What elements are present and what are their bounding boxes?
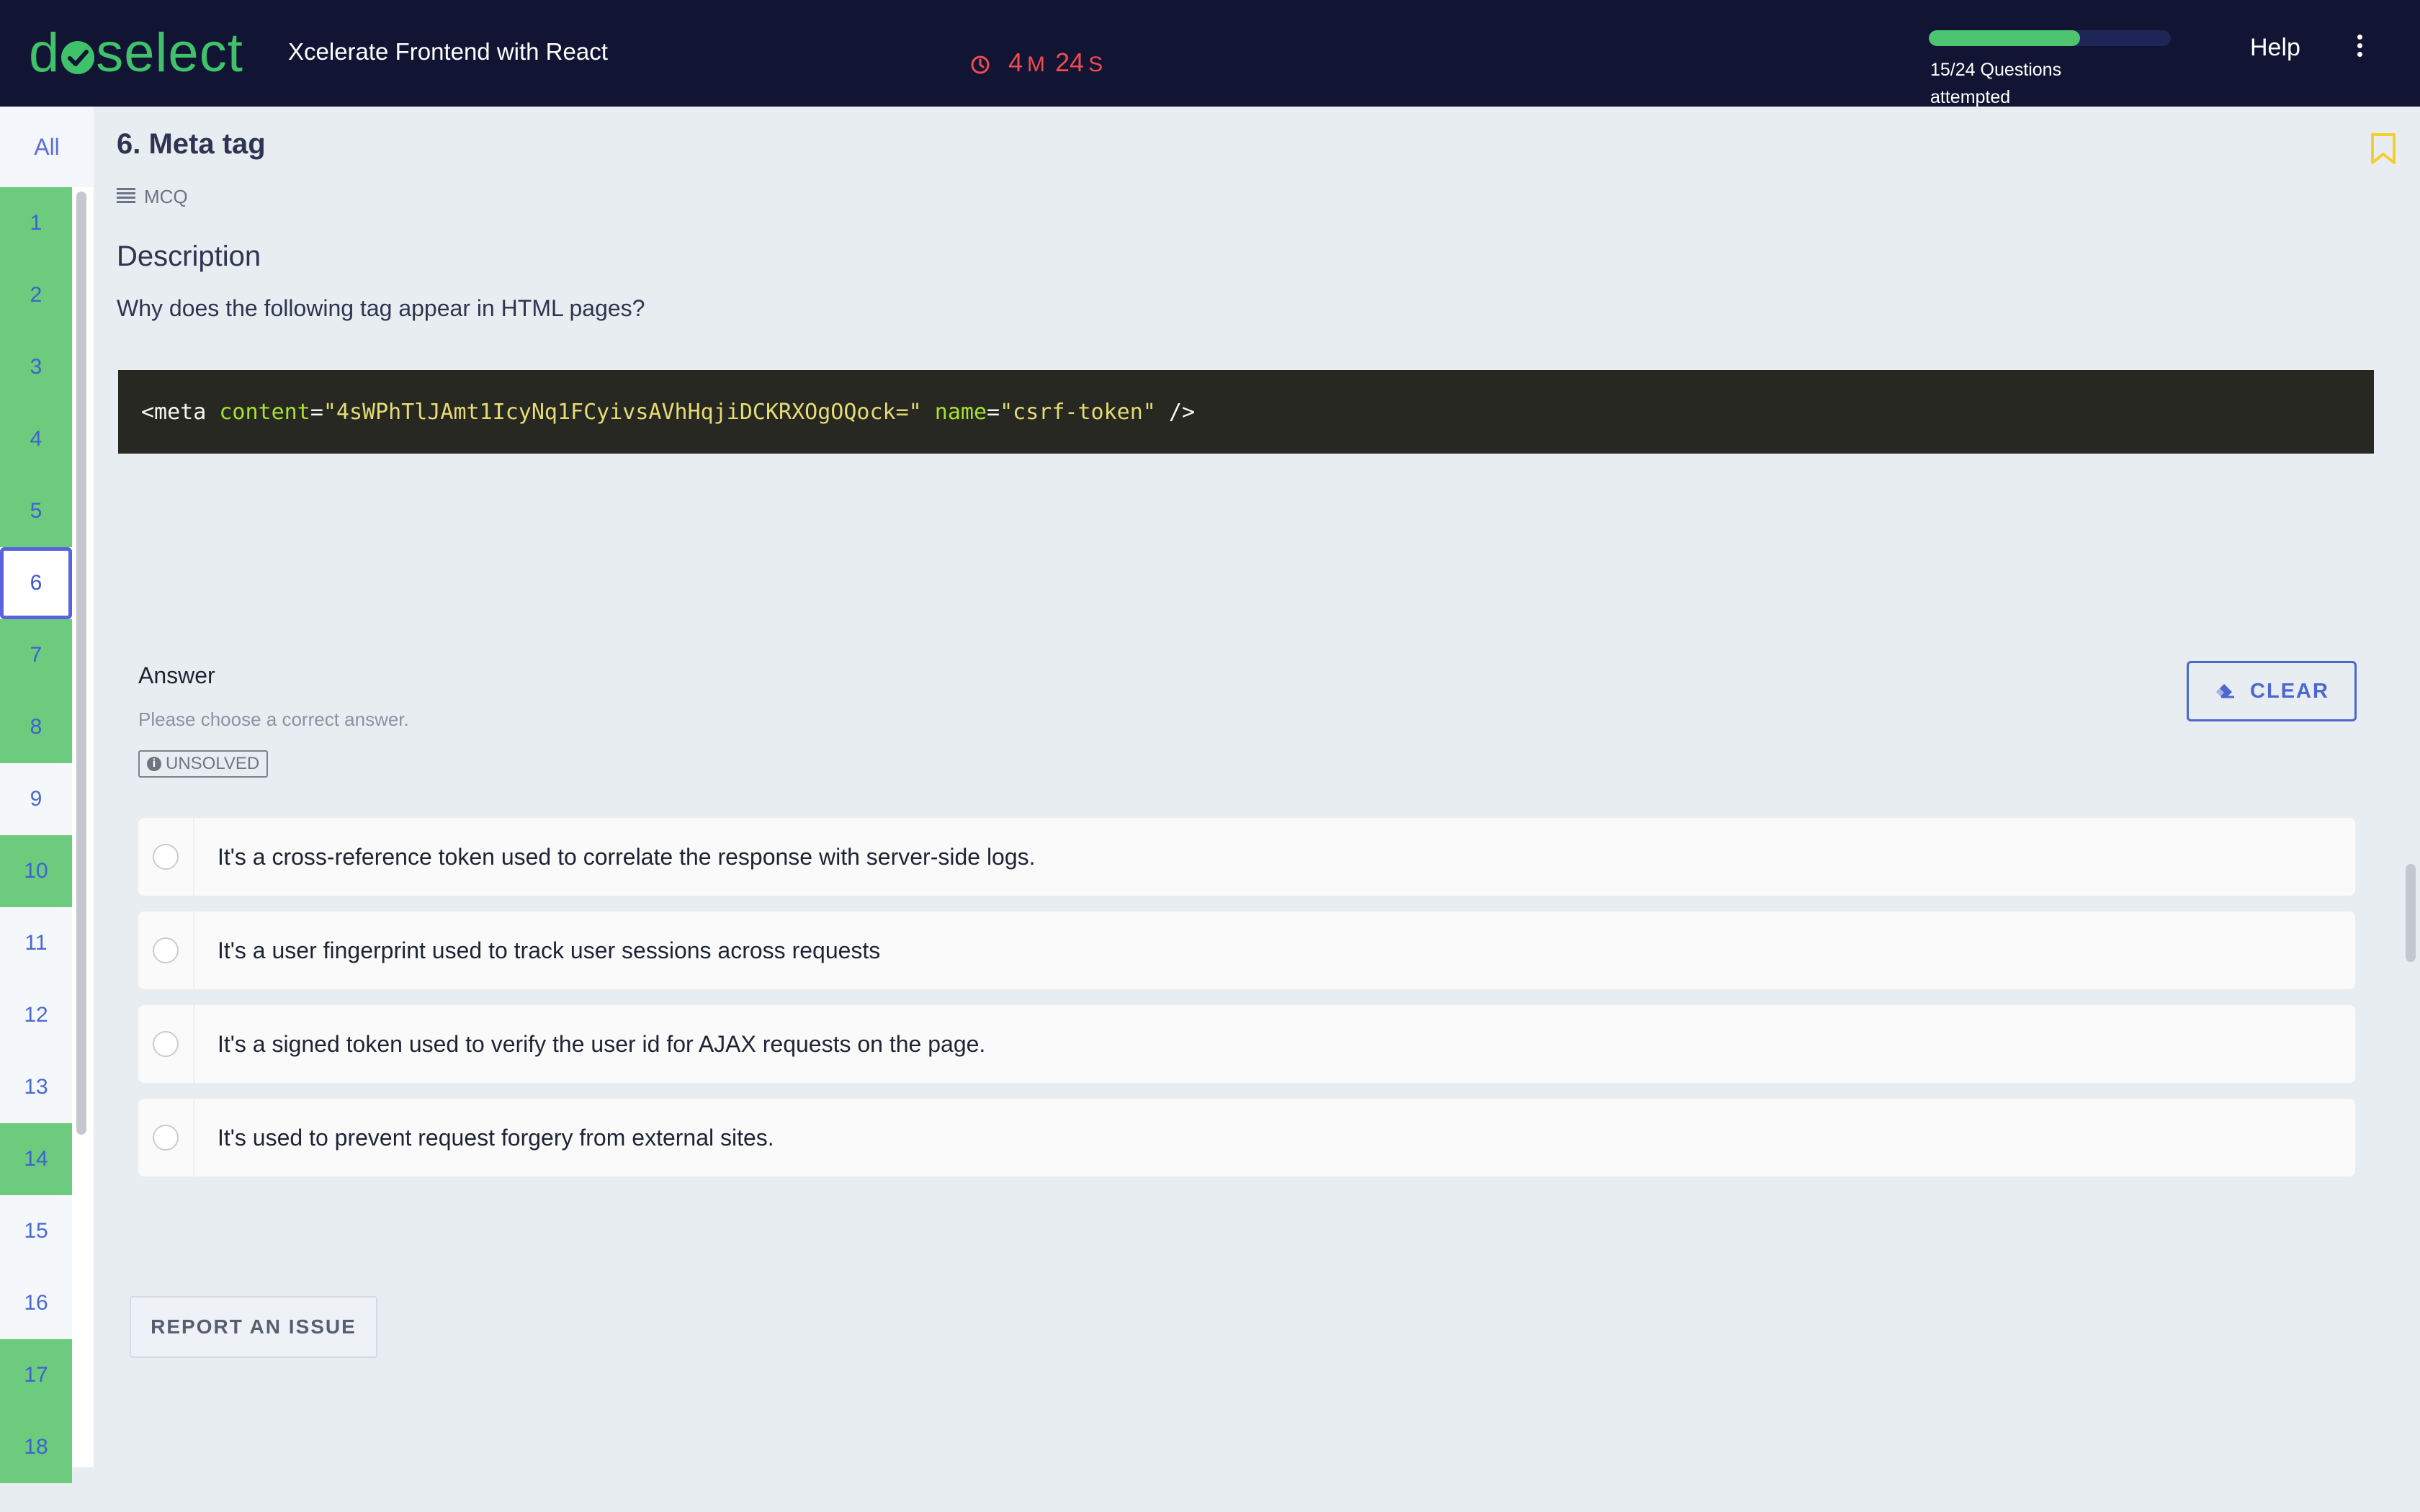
answer-option-text: It's a signed token used to verify the u…: [218, 1030, 986, 1057]
answer-heading: Answer: [138, 662, 215, 688]
questions-progress-label: 15/24 Questions attempted: [1930, 60, 2062, 107]
question-nav-item[interactable]: 5: [0, 475, 72, 547]
question-panel: 6. Meta tag MCQ Description Why does the…: [94, 107, 2398, 1467]
timer-minutes: 4: [1008, 48, 1023, 77]
clear-button-label: CLEAR: [2250, 679, 2329, 703]
answer-option-text: It's used to prevent request forgery fro…: [218, 1124, 774, 1151]
description-heading: Description: [117, 240, 261, 272]
questions-progress-fill: [1929, 30, 2080, 46]
answer-hint: Please choose a correct answer.: [138, 708, 409, 730]
answer-option-text: It's a user fingerprint used to track us…: [218, 937, 881, 963]
answer-option[interactable]: It's a signed token used to verify the u…: [138, 1005, 2355, 1083]
option-divider: [193, 818, 194, 896]
eraser-icon: [2216, 684, 2235, 698]
filter-all-tab[interactable]: All: [0, 107, 94, 187]
question-number-list: 1 2 3 4 5 6 7 8 9 10 11 12 13 14 15 16 17 18: [0, 187, 72, 1483]
question-nav-item[interactable]: 14: [0, 1123, 72, 1195]
option-divider: [193, 1099, 194, 1176]
option-divider: [193, 912, 194, 989]
answer-option[interactable]: It's used to prevent request forgery fro…: [138, 1099, 2355, 1176]
radio-button[interactable]: [153, 1031, 179, 1057]
logo-text-end: select: [96, 22, 243, 84]
radio-button[interactable]: [153, 844, 179, 870]
code-block: <meta content = "4sWPhTlJAmt1IcyNq1FCyivsA…: [118, 370, 2374, 454]
answer-option[interactable]: It's a user fingerprint used to track us…: [138, 912, 2355, 989]
code-tag-open: <meta: [141, 399, 220, 425]
answer-option[interactable]: It's a cross-reference token used to cor…: [138, 818, 2355, 896]
status-badge-label: UNSOLVED: [166, 754, 260, 773]
question-nav-item[interactable]: 17: [0, 1339, 72, 1411]
question-nav-item[interactable]: 4: [0, 403, 72, 475]
question-type: MCQ: [117, 186, 188, 208]
question-type-label: MCQ: [144, 186, 188, 207]
status-badge: i UNSOLVED: [138, 750, 269, 778]
option-divider: [193, 1005, 194, 1083]
code-value-content: "4sWPhTlJAmt1IcyNq1FCyivsAVhHqjiDCKRXOgO…: [323, 399, 922, 425]
list-icon: [117, 186, 135, 208]
code-attr-name: name: [934, 399, 987, 425]
radio-button[interactable]: [153, 1125, 179, 1151]
question-nav-item[interactable]: 9: [0, 763, 72, 835]
code-equals: =: [310, 399, 323, 425]
question-nav-item[interactable]: 8: [0, 691, 72, 763]
question-nav-item[interactable]: 1: [0, 187, 72, 259]
timer-minutes-unit: M: [1027, 53, 1046, 76]
report-issue-button[interactable]: REPORT AN ISSUE: [130, 1296, 377, 1358]
question-nav-item[interactable]: 15: [0, 1195, 72, 1267]
question-nav-item[interactable]: 13: [0, 1051, 72, 1123]
description-text: Why does the following tag appear in HTM…: [117, 295, 645, 321]
page-scrollbar[interactable]: [2406, 864, 2416, 962]
doselect-logo[interactable]: d select: [29, 24, 243, 82]
sidebar-scrollbar[interactable]: [76, 192, 86, 1135]
more-options-icon[interactable]: [2355, 35, 2364, 59]
code-tag-close: />: [1155, 399, 1196, 425]
question-nav-item[interactable]: 16: [0, 1267, 72, 1339]
question-nav-item[interactable]: 6: [0, 547, 72, 619]
top-bar: d select Xcelerate Frontend with React 4…: [0, 0, 2420, 107]
timer-seconds: 24: [1055, 48, 1085, 77]
question-nav-item[interactable]: 7: [0, 619, 72, 691]
logo-text-start: d: [29, 22, 60, 84]
clock-icon: [969, 54, 991, 79]
timer-seconds-unit: S: [1088, 53, 1103, 76]
clear-button[interactable]: CLEAR: [2187, 661, 2357, 721]
answer-options: It's a cross-reference token used to cor…: [138, 818, 2355, 1192]
code-value-name: "csrf-token": [1000, 399, 1156, 425]
questions-progress-bar: [1929, 30, 2171, 46]
radio-button[interactable]: [153, 937, 179, 963]
question-navigator: All 1 2 3 4 5 6 7 8 9 10 11 12 13 14 15 16 17 18: [0, 107, 94, 1483]
code-attr-content: content: [219, 399, 310, 425]
help-link[interactable]: Help: [2250, 33, 2300, 62]
question-nav-item[interactable]: 11: [0, 907, 72, 979]
question-nav-item[interactable]: 10: [0, 835, 72, 907]
question-nav-item[interactable]: 12: [0, 979, 72, 1051]
question-nav-item[interactable]: 3: [0, 331, 72, 403]
bookmark-icon[interactable]: [2370, 132, 2397, 169]
question-nav-item[interactable]: 18: [0, 1411, 72, 1483]
info-icon: i: [147, 757, 161, 771]
code-equals: =: [987, 399, 1000, 425]
question-title: 6. Meta tag: [117, 128, 266, 160]
question-nav-item[interactable]: 2: [0, 259, 72, 331]
logo-check-icon: [61, 41, 95, 74]
app-title: Xcelerate Frontend with React: [288, 38, 608, 65]
answer-option-text: It's a cross-reference token used to cor…: [218, 843, 1036, 870]
countdown-timer: 4 M 24 S: [969, 48, 1113, 78]
